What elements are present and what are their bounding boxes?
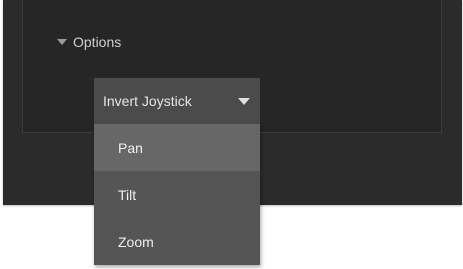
dropdown-selected-label: Invert Joystick [103,93,192,109]
chevron-down-icon [238,98,250,105]
options-section-toggle[interactable]: Options [57,34,121,50]
dropdown-menu: Pan Tilt Zoom [94,124,260,265]
menu-item-label: Zoom [118,233,154,250]
menu-item-zoom[interactable]: Zoom [94,218,260,265]
caret-down-icon [57,39,67,45]
menu-item-pan[interactable]: Pan [94,124,260,171]
menu-item-tilt[interactable]: Tilt [94,171,260,218]
options-label: Options [73,34,122,50]
menu-item-label: Pan [118,139,143,156]
invert-joystick-dropdown[interactable]: Invert Joystick [94,78,260,124]
menu-item-label: Tilt [118,186,137,203]
